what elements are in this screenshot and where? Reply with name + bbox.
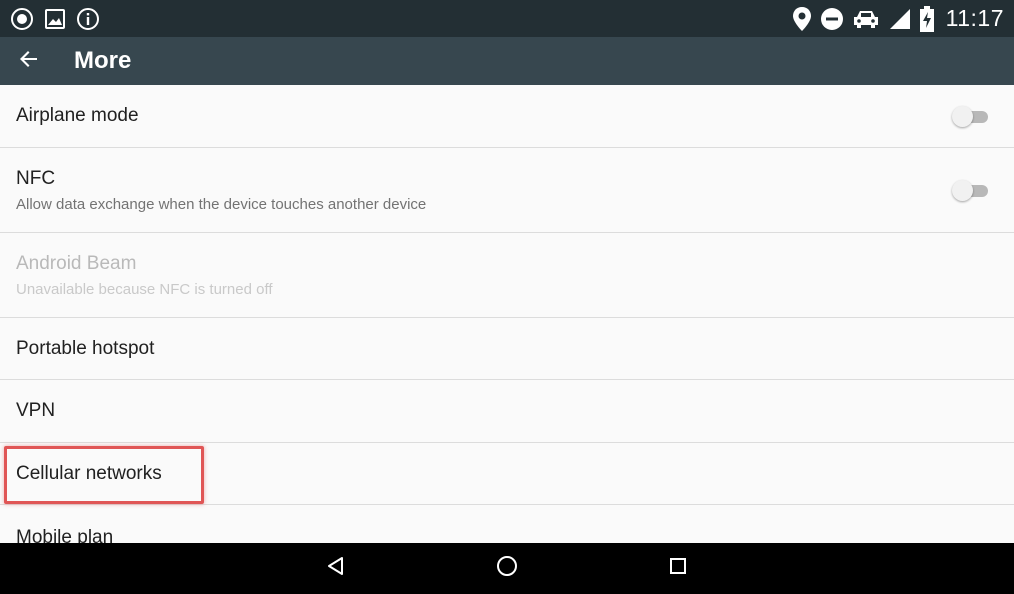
nav-home-button[interactable]: [477, 543, 537, 594]
app-bar: More: [0, 37, 1014, 85]
setting-mobile-plan[interactable]: Mobile plan: [0, 505, 1014, 543]
setting-title: Airplane mode: [16, 105, 139, 126]
do-not-disturb-icon: [820, 7, 844, 31]
setting-vpn[interactable]: VPN: [0, 380, 1014, 443]
setting-portable-hotspot[interactable]: Portable hotspot: [0, 318, 1014, 380]
arrow-back-icon: [19, 49, 39, 74]
nfc-toggle[interactable]: [952, 179, 988, 201]
navigation-bar: [0, 543, 1014, 594]
setting-cellular-networks[interactable]: Cellular networks: [0, 443, 1014, 505]
status-bar-clock: 11:17: [945, 5, 1004, 31]
setting-title: NFC: [16, 167, 56, 189]
settings-list: Airplane mode NFC Allow data exchange wh…: [0, 85, 1014, 543]
status-bar-right-icons: 11:17: [792, 5, 1004, 32]
location-icon: [792, 6, 812, 32]
page-title: More: [74, 47, 132, 74]
setting-nfc[interactable]: NFC Allow data exchange when the device …: [0, 148, 1014, 233]
airplane-mode-toggle[interactable]: [952, 105, 988, 127]
car-icon: [852, 8, 880, 30]
nav-back-button[interactable]: [306, 543, 366, 594]
record-icon: [10, 7, 34, 31]
status-bar: 11:17: [0, 0, 1014, 37]
image-icon: [44, 8, 66, 30]
setting-summary: Unavailable because NFC is turned off: [16, 280, 273, 298]
setting-title: Mobile plan: [16, 527, 114, 543]
nav-recents-icon: [668, 556, 688, 581]
nav-back-icon: [326, 556, 346, 581]
info-icon: [76, 7, 100, 31]
nav-recents-button[interactable]: [648, 543, 708, 594]
nav-home-icon: [496, 555, 518, 582]
setting-title: Android Beam: [16, 252, 137, 274]
status-bar-left-icons: [10, 7, 100, 31]
setting-title: Cellular networks: [16, 462, 162, 484]
battery-charging-icon: [919, 5, 934, 32]
setting-android-beam: Android Beam Unavailable because NFC is …: [0, 233, 1014, 318]
setting-title: Portable hotspot: [16, 337, 155, 359]
signal-icon: [888, 7, 912, 31]
back-button[interactable]: [0, 37, 58, 85]
setting-summary: Allow data exchange when the device touc…: [16, 195, 427, 213]
setting-airplane-mode[interactable]: Airplane mode: [0, 85, 1014, 148]
setting-title: VPN: [16, 400, 56, 421]
